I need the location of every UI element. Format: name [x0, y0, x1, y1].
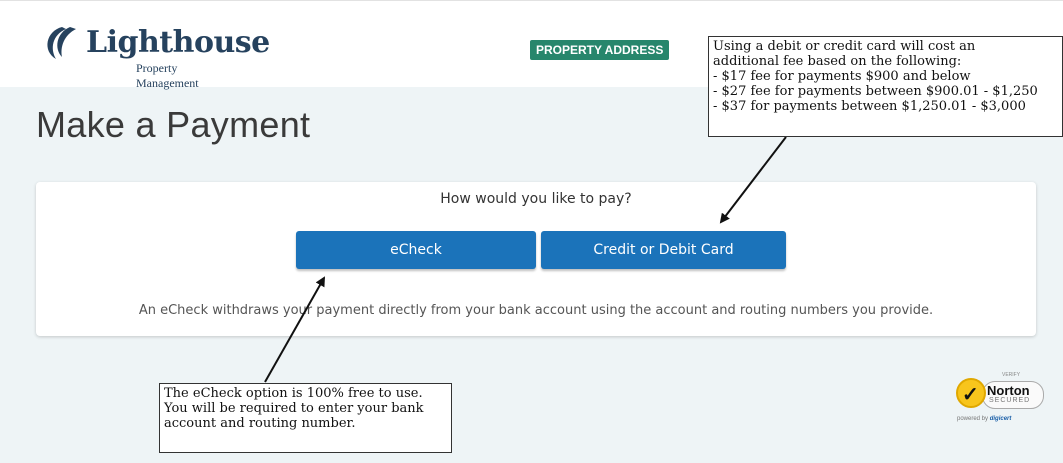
credit-debit-card-button[interactable]: Credit or Debit Card [541, 231, 786, 269]
echeck-note-line: account and routing number. [164, 416, 356, 431]
card-note-line: - $37 for payments between $1,250.01 - $… [713, 99, 1026, 114]
page-title: Make a Payment [36, 104, 311, 145]
norton-check-icon: ✓ [956, 378, 986, 408]
seal-secured: SECURED [989, 397, 1031, 404]
echeck-description: An eCheck withdraws your payment directl… [138, 303, 934, 318]
card-fee-annotation: Using a debit or credit card will cost a… [708, 36, 1063, 137]
seal-digicert: digicert [989, 416, 1012, 422]
card-note-line: Using a debit or credit card will cost a… [713, 39, 976, 54]
card-note-line: - $17 fee for payments $900 and below [713, 69, 971, 84]
echeck-note-line: You will be required to enter your bank [164, 401, 424, 416]
lighthouse-swoosh-icon [47, 27, 76, 59]
seal-powered-text: powered by [957, 416, 989, 422]
card-note-line: additional fee based on the following: [713, 54, 962, 69]
seal-verify-text: VERIFY [1002, 372, 1021, 378]
property-address-badge: PROPERTY ADDRESS [530, 40, 670, 60]
seal-name: Norton [987, 383, 1030, 398]
seal-powered-by: powered by digicert [957, 416, 1011, 422]
payment-question: How would you like to pay? [440, 191, 632, 207]
company-logo[interactable]: Lighthouse Property Management [40, 25, 270, 90]
logo-subtitle: Property Management [136, 61, 199, 90]
echeck-annotation: The eCheck option is 100% free to use. Y… [159, 383, 452, 453]
echeck-button[interactable]: eCheck [296, 231, 536, 269]
payment-method-card: How would you like to pay? eCheck Credit… [36, 182, 1036, 336]
echeck-note-line: The eCheck option is 100% free to use. [164, 386, 423, 401]
logo-name: Lighthouse [86, 25, 270, 60]
card-note-line: - $27 fee for payments between $900.01 -… [713, 84, 1038, 99]
norton-secured-seal[interactable]: VERIFY ✓ Norton SECURED powered by digic… [956, 372, 1046, 432]
